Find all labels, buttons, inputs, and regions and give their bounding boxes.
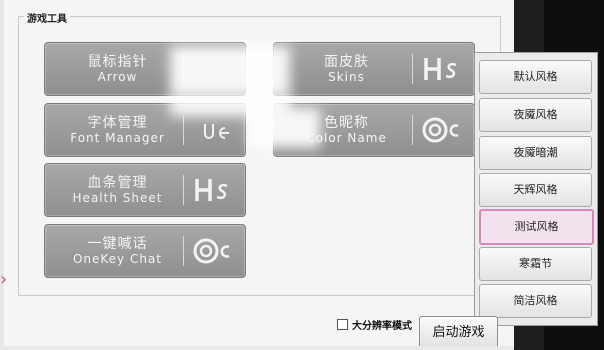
- left-edge: [0, 0, 4, 350]
- blur-overlay: [250, 108, 320, 148]
- tool-en-label: Skins: [328, 70, 365, 84]
- tool-cn-label: 面皮肤: [324, 54, 369, 70]
- tool-cn-label: 鼠标指针: [87, 54, 148, 70]
- separator: [183, 115, 184, 145]
- hires-label: 大分辨率模式: [352, 321, 412, 332]
- checkbox-box[interactable]: [337, 319, 348, 330]
- tool-cn-label: 一键喊话: [87, 236, 148, 252]
- tool-cn-label: 血条管理: [87, 175, 148, 191]
- style-menu-item[interactable]: 简洁风格: [479, 284, 592, 318]
- hires-mode-checkbox[interactable]: 大分辨率模式: [337, 317, 412, 332]
- blur-overlay: [170, 46, 290, 96]
- style-menu-item[interactable]: 天辉风格: [479, 173, 592, 207]
- style-menu-item[interactable]: 夜魇风格: [479, 98, 592, 132]
- health-sheet-button[interactable]: 血条管理 Health Sheet: [44, 163, 246, 217]
- style-menu-item[interactable]: 默认风格: [479, 60, 592, 94]
- separator: [412, 54, 413, 84]
- hs-icon: [195, 179, 228, 201]
- ue-icon: [204, 124, 229, 139]
- oc-icon: [422, 117, 459, 143]
- hs-icon: [424, 58, 457, 80]
- oc-icon: [193, 238, 230, 264]
- group-title: 游戏工具: [24, 10, 70, 25]
- style-menu-item-selected[interactable]: 测试风格: [479, 209, 594, 245]
- tool-en-label: OneKey Chat: [72, 252, 163, 266]
- onekey-chat-button[interactable]: 一键喊话 OneKey Chat: [44, 224, 246, 278]
- tool-en-label: Arrow: [97, 70, 138, 84]
- separator: [412, 115, 413, 145]
- separator: [183, 236, 184, 266]
- skins-button[interactable]: 面皮肤 Skins: [273, 42, 475, 96]
- chevron-right-icon: ›: [0, 269, 8, 290]
- style-menu-item[interactable]: 夜魇暗潮: [479, 136, 592, 170]
- style-menu-item[interactable]: 寒霜节: [479, 247, 592, 281]
- tool-en-label: Font Manager: [70, 131, 165, 145]
- launch-game-button[interactable]: 启动游戏: [419, 316, 498, 350]
- bottom-divider: [0, 346, 514, 350]
- separator: [183, 175, 184, 205]
- tool-en-label: Health Sheet: [72, 191, 163, 205]
- tool-cn-label: 字体管理: [87, 115, 148, 131]
